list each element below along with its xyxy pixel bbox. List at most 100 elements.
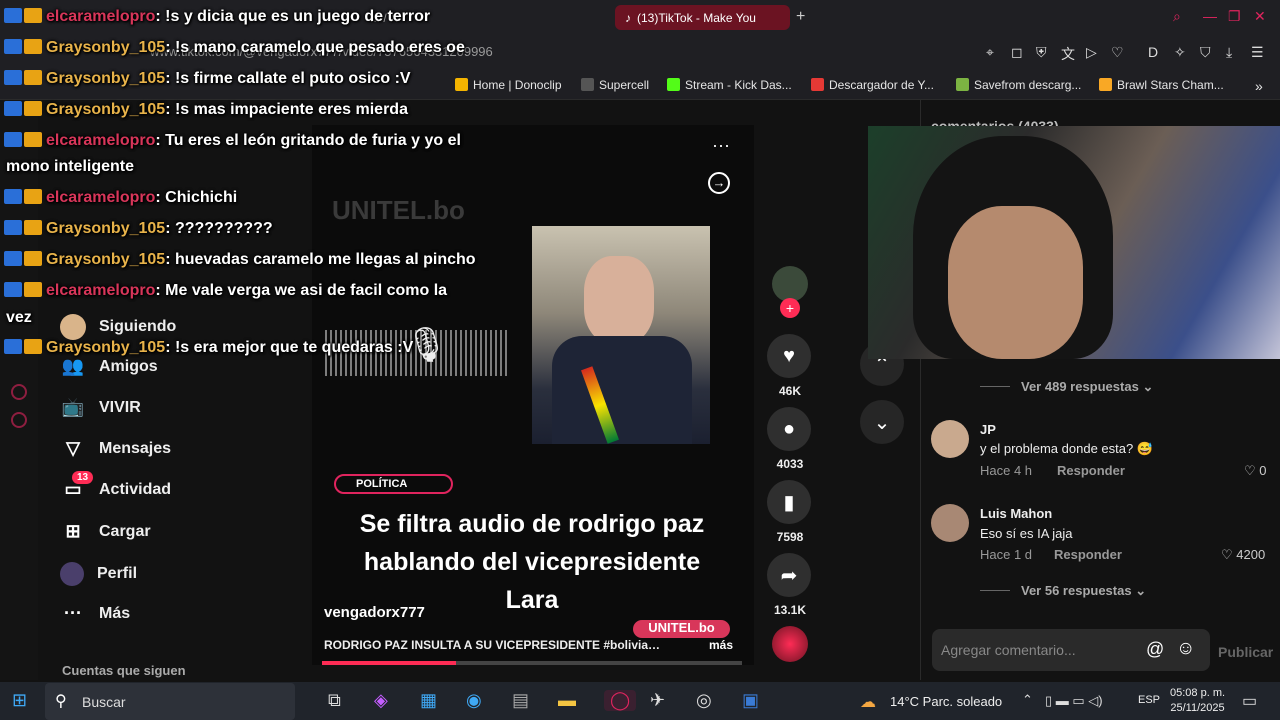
reply-button[interactable]: Responder: [1057, 463, 1125, 478]
like-button[interactable]: ♥: [767, 334, 811, 378]
chat-badge-icon: [4, 70, 22, 85]
chat-badge-icon: [24, 8, 42, 23]
view-replies-link[interactable]: Ver 56 respuestas ⌄: [1021, 583, 1146, 599]
chat-message: Graysonby_105: ??????????: [4, 220, 273, 238]
avatar[interactable]: [931, 504, 969, 542]
comment-author[interactable]: JP: [980, 422, 996, 437]
save-button[interactable]: ▮: [767, 480, 811, 524]
next-video-button[interactable]: ⌄: [860, 400, 904, 444]
avatar[interactable]: [931, 420, 969, 458]
sidebar-item-amigos[interactable]: 👥 Amigos: [60, 356, 158, 377]
puzzle-icon[interactable]: ✧: [1174, 44, 1186, 61]
heart-icon[interactable]: ♡: [1111, 44, 1124, 61]
bookmark-icon: [811, 78, 824, 91]
close-icon[interactable]: ✕: [1254, 8, 1266, 25]
webcam-person-face: [948, 206, 1083, 359]
task-view-icon[interactable]: ⧉: [328, 690, 341, 711]
maximize-icon[interactable]: ❐: [1228, 8, 1241, 25]
video-progress-track[interactable]: [322, 661, 742, 665]
app-icon[interactable]: ▤: [512, 690, 529, 711]
obs-icon[interactable]: ◎: [696, 690, 712, 711]
rail-icon[interactable]: [11, 412, 27, 428]
comment-like[interactable]: ♡ 4200: [1221, 547, 1265, 563]
sidebar-item-cargar[interactable]: ⊞ Cargar: [60, 521, 150, 542]
chat-badge-icon: [4, 251, 22, 266]
pin-icon[interactable]: ⌖: [986, 44, 994, 61]
download-icon[interactable]: ⤓: [1226, 44, 1232, 61]
sidebar-item-actividad[interactable]: ▭ 13 Actividad: [60, 471, 171, 500]
share-button[interactable]: ➦: [767, 553, 811, 597]
chat-badge-icon: [4, 39, 22, 54]
chat-badge-icon: [24, 39, 42, 54]
bookmark-item[interactable]: Descargador de Y...: [811, 78, 934, 92]
shield-icon[interactable]: ⛨: [1036, 44, 1047, 61]
bookmark-item[interactable]: Stream - Kick Das...: [667, 78, 792, 92]
video-progress-fill: [322, 661, 457, 665]
bookmark-item[interactable]: Home | Donoclip: [455, 78, 562, 92]
store-icon[interactable]: ▦: [420, 690, 437, 711]
minimize-icon[interactable]: —: [1203, 8, 1217, 24]
chat-badge-icon: [24, 282, 42, 297]
reply-button[interactable]: Responder: [1054, 547, 1122, 562]
language-indicator[interactable]: ESP: [1138, 694, 1160, 706]
comment-input[interactable]: Agregar comentario... @ ☺: [932, 629, 1210, 671]
sidebar-item-mensajes[interactable]: ▽ Mensajes: [60, 438, 171, 459]
bag-icon[interactable]: ⛉: [1200, 44, 1211, 61]
clock[interactable]: 05:08 p. m. 25/11/2025: [1170, 686, 1225, 716]
video-author[interactable]: vengadorx777: [324, 604, 425, 621]
chat-username: Graysonby_105: [46, 70, 166, 87]
app-icon[interactable]: ✈: [650, 690, 665, 711]
windows-start-icon[interactable]: ⊞: [12, 690, 27, 711]
comment-like[interactable]: ♡ 0: [1244, 463, 1267, 479]
view-replies-link[interactable]: Ver 489 respuestas ⌄: [1021, 379, 1153, 395]
screenshot-icon[interactable]: ◻: [1011, 44, 1023, 61]
comment-time: Hace 1 d: [980, 547, 1033, 562]
folder-icon[interactable]: ▬: [558, 690, 576, 711]
search-icon[interactable]: ⌕: [1173, 8, 1181, 25]
play-icon[interactable]: ▷: [1086, 44, 1097, 61]
extension-d-icon[interactable]: D: [1148, 44, 1158, 60]
follow-plus-icon[interactable]: +: [780, 298, 800, 318]
bookmark-item[interactable]: Brawl Stars Cham...: [1099, 78, 1224, 92]
chat-text: : Me vale verga we asi de facil como la: [155, 282, 448, 299]
emoji-icon[interactable]: ☺: [1176, 638, 1195, 660]
bookmark-item[interactable]: Savefrom descarg...: [956, 78, 1081, 92]
opera-gx-icon[interactable]: ◯: [604, 690, 637, 711]
tab-tiktok[interactable]: ♪ (13)TikTok - Make You: [615, 5, 790, 30]
more-caption-link[interactable]: más: [709, 638, 733, 652]
bookmark-item[interactable]: Supercell: [581, 78, 649, 92]
weather-temp: 14°C: [890, 694, 920, 709]
tray-icons[interactable]: ▯ ▬ ▭ ◁): [1045, 693, 1103, 709]
bookmark-label: Descargador de Y...: [829, 78, 934, 92]
chat-text: : !s mano caramelo que pesado eres oe: [165, 39, 465, 56]
chevron-right-icon[interactable]: »: [1255, 78, 1263, 94]
sidebar-item-vivir[interactable]: 📺 VIVIR: [60, 397, 141, 418]
comment-author[interactable]: Luis Mahon: [980, 506, 1052, 521]
sidebar-item-siguiendo[interactable]: Siguiendo: [60, 314, 176, 340]
sidebar-item-perfil[interactable]: Perfil: [60, 562, 137, 586]
new-tab-button[interactable]: +: [796, 8, 805, 26]
translate-icon[interactable]: 文: [1061, 44, 1075, 64]
like-count: 0: [1259, 463, 1267, 478]
mention-icon[interactable]: @: [1146, 639, 1164, 660]
notification-icon[interactable]: ▭: [1242, 691, 1257, 711]
bookmark-label: Stream - Kick Das...: [685, 78, 792, 92]
chat-badge-icon: [4, 189, 22, 204]
comment-button[interactable]: ●: [767, 407, 811, 451]
open-icon[interactable]: →: [708, 172, 730, 194]
app-icon[interactable]: ▣: [742, 690, 759, 711]
save-count: 7598: [776, 530, 804, 544]
chevron-up-icon[interactable]: ⌃: [1022, 692, 1033, 708]
chat-text: : Tu eres el león gritando de furia y yo…: [155, 132, 461, 149]
edge-icon[interactable]: ◉: [466, 690, 482, 711]
weather-widget[interactable]: 14°C Parc. soleado: [890, 694, 1002, 709]
author-avatar[interactable]: [772, 266, 808, 302]
music-disc[interactable]: [772, 626, 808, 662]
sidebar-item-mas[interactable]: ··· Más: [60, 603, 130, 624]
copilot-icon[interactable]: ◈: [374, 690, 388, 711]
more-options-icon[interactable]: ···: [712, 135, 730, 156]
taskbar-search[interactable]: ⚲ Buscar: [45, 683, 295, 720]
menu-icon[interactable]: ☰: [1251, 44, 1264, 61]
publish-button[interactable]: Publicar: [1218, 644, 1273, 660]
rail-icon[interactable]: [11, 384, 27, 400]
